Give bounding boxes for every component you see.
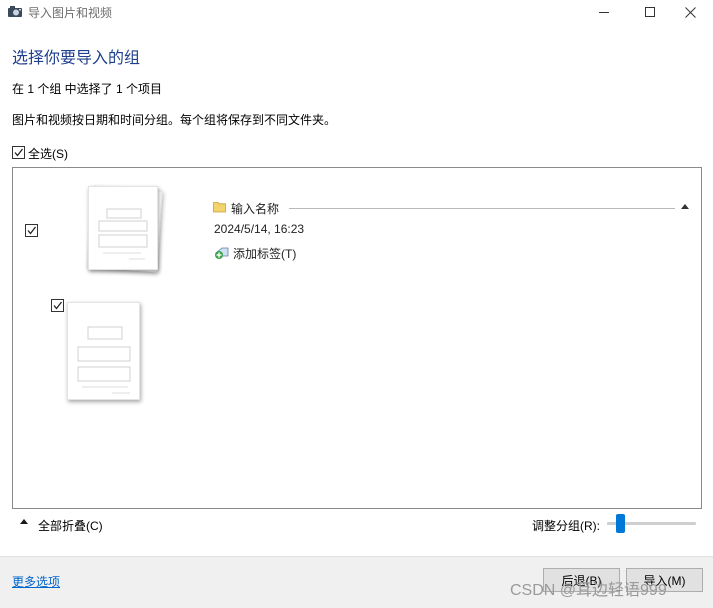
select-all-label[interactable]: 全选(S) — [28, 145, 68, 162]
collapse-all-link[interactable]: 全部折叠(C) — [38, 517, 103, 534]
more-options-link[interactable]: 更多选项 — [12, 573, 60, 590]
close-button[interactable] — [667, 0, 713, 24]
page-heading: 选择你要导入的组 — [12, 50, 141, 67]
group-checkbox[interactable] — [25, 224, 38, 237]
title-bar: 导入图片和视频 — [0, 0, 713, 24]
group-divider — [289, 208, 675, 209]
maximize-icon — [645, 7, 655, 17]
minimize-button[interactable] — [581, 0, 627, 24]
close-icon — [684, 6, 696, 18]
item-checkbox[interactable] — [51, 299, 64, 312]
tag-add-icon[interactable] — [214, 246, 230, 260]
window-title: 导入图片和视频 — [28, 6, 113, 20]
checkmark-icon — [27, 226, 37, 235]
document-thumbnail-image — [98, 208, 148, 260]
checkmark-icon — [53, 301, 63, 310]
chevron-up-icon[interactable] — [681, 204, 689, 209]
document-thumbnail-image — [77, 326, 131, 394]
checkmark-icon — [14, 148, 24, 157]
grouping-description: 图片和视频按日期和时间分组。每个组将保存到不同文件夹。 — [12, 113, 337, 127]
item-thumbnail[interactable] — [67, 302, 140, 400]
watermark-text: CSDN @耳边轻语999 — [510, 582, 667, 599]
folder-icon — [213, 202, 226, 213]
camera-icon — [8, 6, 22, 17]
group-name-input[interactable]: 输入名称 — [231, 200, 279, 217]
adjust-groups-label: 调整分组(R): — [532, 519, 600, 533]
group-preview-thumbnail[interactable] — [88, 186, 158, 270]
group-date: 2024/5/14, 16:23 — [214, 222, 305, 236]
chevron-up-icon — [20, 519, 28, 524]
select-all-checkbox[interactable] — [12, 146, 25, 159]
minimize-icon — [599, 12, 609, 13]
add-tag-link[interactable]: 添加标签(T) — [233, 245, 296, 262]
adjust-groups-slider-thumb[interactable] — [616, 514, 625, 533]
selection-summary: 在 1 个组 中选择了 1 个项目 — [12, 82, 163, 96]
